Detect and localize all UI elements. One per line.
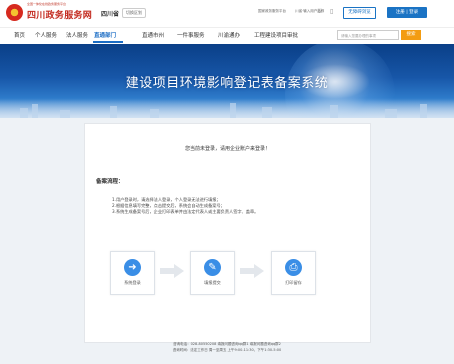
login-notice: 您当前未登录，请用企业账户来登录！ — [184, 146, 270, 152]
nav-one-thing-service[interactable]: 一件事服务 — [177, 31, 205, 39]
nav-sichuan-chongqing[interactable]: 川渝通办 — [218, 31, 240, 39]
accessibility-button[interactable]: 无障碍浏览 — [343, 7, 376, 19]
top-header: 全国一体化在线政务服务平台 四川政务服务网 四川省 切换区划 国家政务服务平台 … — [0, 0, 454, 27]
nav-home[interactable]: 首页 — [14, 31, 25, 39]
chat-icon[interactable]: ☏ — [316, 8, 324, 15]
login-register-button[interactable]: 注册 | 登录 — [387, 7, 427, 18]
system-title: 建设项目环境影响登记表备案系统 — [125, 76, 329, 91]
switch-region-button[interactable]: 切换区划 — [122, 8, 146, 18]
arrow-right-circle-icon: ➜ — [124, 259, 141, 276]
nav-direct-departments[interactable]: 直通部门 — [94, 31, 116, 39]
active-nav-indicator — [93, 41, 123, 43]
national-platform-link[interactable]: 国家政务服务平台 — [258, 9, 286, 13]
mobile-icon[interactable]: ▯ — [330, 8, 333, 15]
current-region: 四川省 — [101, 11, 120, 18]
flow-steps: 1.用户登录时，请选择法人登录，个人登录无法进行填报； 2.根据信息填写完整，点… — [112, 197, 258, 215]
search-button[interactable]: 搜索 — [401, 30, 421, 40]
flow-arrow-icon — [240, 264, 264, 278]
flow-arrow-icon — [160, 264, 184, 278]
footer-hours: 咨询时间：法定工作日 周一至周五 上午9:00-11:30，下午1:30-5:0… — [172, 347, 282, 352]
fill-submit-label: 填报提交 — [204, 280, 221, 285]
city-skyline — [0, 98, 454, 118]
printer-icon: ⎙ — [285, 259, 302, 276]
page-footer: 咨询电话：028-80550208 填报问题咨询qq群1 填报问题咨询qq群2 … — [0, 342, 454, 353]
main-content-panel: 您当前未登录，请用企业账户来登录！ 备案流程： 1.用户登录时，请选择法人登录，… — [84, 123, 371, 343]
nav-direct-cities[interactable]: 直通市州 — [142, 31, 164, 39]
national-emblem-icon — [6, 4, 23, 21]
fill-submit-button[interactable]: ✎ 填报提交 — [190, 251, 235, 295]
flow-step-3: 3.系统生成备案号后，企业打印表单并由法定代表人或主要负责人签字、盖章。 — [112, 209, 259, 214]
edit-form-icon: ✎ — [204, 259, 221, 276]
system-login-button[interactable]: ➜ 系统登录 — [110, 251, 155, 295]
system-login-label: 系统登录 — [124, 280, 141, 285]
nav-personal-services[interactable]: 个人服务 — [35, 31, 57, 39]
flow-title: 备案流程： — [96, 179, 124, 185]
search-input[interactable]: 请输入您要办理的事项 — [337, 30, 399, 40]
print-keep-label: 打印留存 — [285, 280, 302, 285]
platform-slogan: 全国一体化在线政务服务平台 — [27, 2, 67, 6]
site-logo-name[interactable]: 四川政务服务网 — [27, 8, 92, 21]
nav-corporate-services[interactable]: 法人服务 — [66, 31, 88, 39]
print-keep-button[interactable]: ⎙ 打印留存 — [271, 251, 316, 295]
nav-construction-approval[interactable]: 工程建设项目审批 — [254, 31, 298, 39]
